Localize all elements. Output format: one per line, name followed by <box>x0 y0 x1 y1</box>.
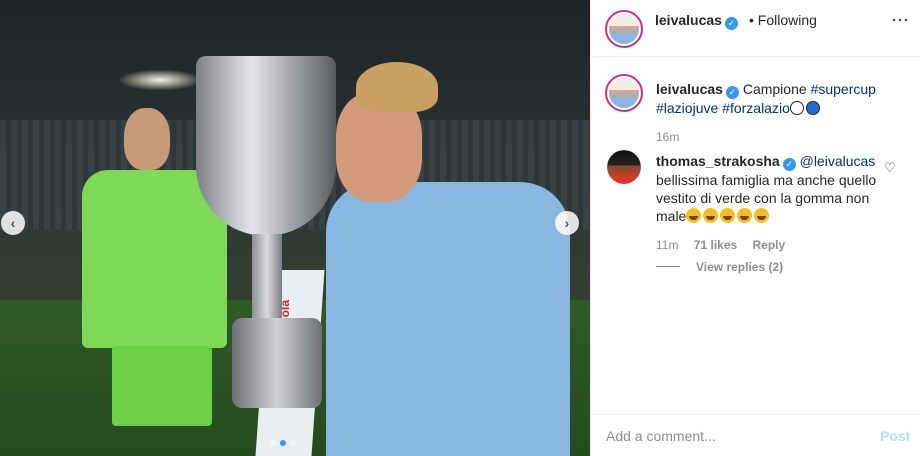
post-header: leivalucas ✓ • Following ⋯ <box>591 0 920 57</box>
replies-divider <box>656 266 680 267</box>
comment-footer: Post <box>590 414 920 456</box>
post-caption: leivalucas ✓ Campione #supercup #laziojuv… <box>656 80 908 117</box>
comment-username[interactable]: thomas_strakosha <box>656 153 780 169</box>
header-username[interactable]: leivalucas <box>655 12 722 28</box>
next-photo-button[interactable]: › <box>555 211 579 235</box>
chevron-right-icon: › <box>564 215 570 231</box>
like-comment-heart-icon[interactable]: ♡ <box>884 160 896 176</box>
carousel-dots <box>270 440 296 446</box>
carousel-dot <box>290 440 296 446</box>
more-horizontal-icon[interactable]: ⋯ <box>891 10 910 31</box>
comment: thomas_strakosha ✓ @leivalucas bellissima… <box>656 152 878 225</box>
reply-button[interactable]: Reply <box>753 238 786 252</box>
caption-timestamp[interactable]: 16m <box>656 130 679 144</box>
laughing-emoji <box>703 208 719 223</box>
post-side-panel: leivalucas ✓ • Following ⋯ <box>590 0 920 456</box>
caption-username[interactable]: leivalucas <box>656 81 723 97</box>
following-button[interactable]: Following <box>758 12 817 28</box>
rofl-emoji <box>686 208 702 223</box>
comment-likes[interactable]: 71 likes <box>694 238 737 252</box>
commenter-avatar[interactable] <box>607 150 641 184</box>
view-replies-button[interactable]: View replies (2) <box>656 260 783 274</box>
comment-timestamp[interactable]: 11m <box>656 238 678 252</box>
trophy <box>196 56 346 416</box>
verified-badge-icon: ✓ <box>725 86 739 99</box>
view-replies-label: View replies (2) <box>696 260 784 274</box>
laughing-emoji <box>737 208 753 223</box>
post-photo: Coca-Cola ‹ › <box>0 0 590 456</box>
verified-badge-icon: ✓ <box>782 158 796 171</box>
comment-meta: 11m 71 likes Reply <box>656 238 797 252</box>
chevron-left-icon: ‹ <box>10 215 16 231</box>
carousel-dot <box>270 440 276 446</box>
rofl-emoji <box>754 208 770 223</box>
caption-text: Campione <box>742 81 807 97</box>
post-button[interactable]: Post <box>880 428 910 444</box>
hashtag-link[interactable]: #laziojuve <box>656 100 718 116</box>
separator-dot: • <box>749 12 754 28</box>
carousel-dot-active <box>280 440 286 446</box>
add-comment-input[interactable] <box>606 428 866 444</box>
rofl-emoji <box>720 208 736 223</box>
avatar[interactable] <box>605 10 643 48</box>
blue-circle-emoji <box>805 101 820 115</box>
previous-photo-button[interactable]: ‹ <box>1 211 25 235</box>
verified-badge-icon: ✓ <box>724 17 738 30</box>
hashtag-link[interactable]: #forzalazio <box>722 100 790 116</box>
stadium-lights <box>120 70 200 90</box>
white-circle-emoji <box>789 101 804 115</box>
mention-link[interactable]: @leivalucas <box>800 153 876 169</box>
hashtag-link[interactable]: #supercup <box>811 81 876 97</box>
caption-avatar[interactable] <box>605 74 643 112</box>
